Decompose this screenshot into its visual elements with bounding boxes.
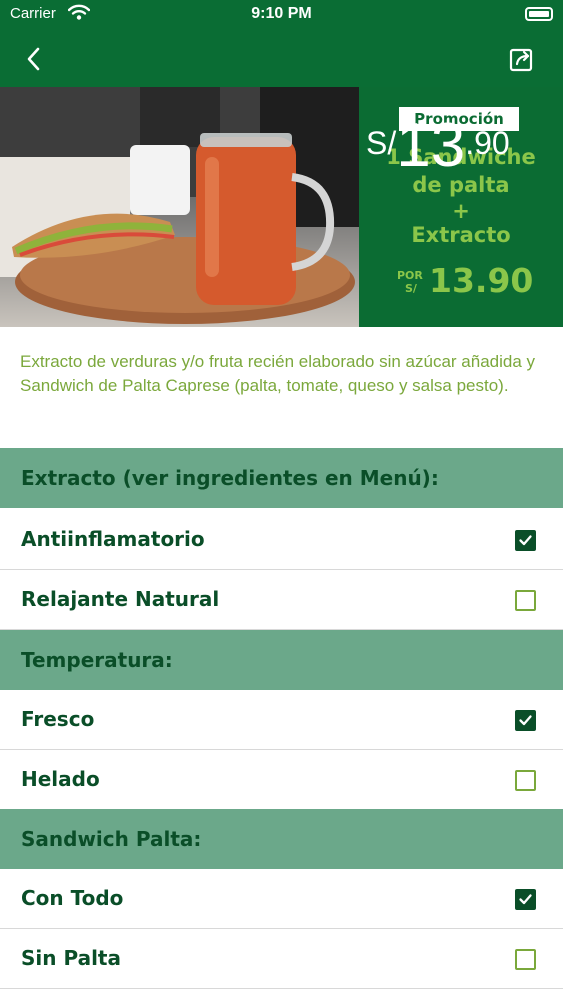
option-label: Relajante Natural: [21, 587, 220, 611]
option-row-relajante-natural[interactable]: Relajante Natural: [0, 570, 563, 630]
checkbox-checked-icon[interactable]: [515, 889, 536, 910]
option-label: Fresco: [21, 707, 95, 731]
promo-line-4: Extracto: [411, 223, 511, 247]
option-row-con-todo[interactable]: Con Todo: [0, 869, 563, 929]
nav-bar: [0, 30, 563, 87]
product-price: S/13.90: [366, 110, 510, 181]
option-row-fresco[interactable]: Fresco: [0, 690, 563, 750]
option-label: Helado: [21, 767, 100, 791]
status-time: 9:10 PM: [251, 5, 312, 22]
back-button[interactable]: [20, 44, 50, 74]
option-row-sin-palta[interactable]: Sin Palta: [0, 929, 563, 989]
section-header-temperatura: Temperatura:: [0, 630, 563, 690]
section-header-sandwich-palta: Sandwich Palta:: [0, 809, 563, 869]
option-label: Con Todo: [21, 886, 124, 910]
chevron-left-icon: [27, 47, 40, 71]
section-header-extracto: Extracto (ver ingredientes en Menú):: [0, 448, 563, 508]
product-photo: [0, 87, 360, 327]
price-decimal: .90: [465, 125, 510, 161]
promo-price: 13.90: [429, 261, 534, 300]
option-label: Antiinflamatorio: [21, 527, 205, 551]
price-currency: S/: [366, 125, 397, 161]
share-icon: [509, 48, 533, 72]
checkbox-unchecked-icon[interactable]: [515, 949, 536, 970]
product-description: Extracto de verduras y/o fruta recién el…: [20, 352, 536, 395]
promo-por-label: POR S/: [397, 269, 423, 295]
battery-icon: [525, 7, 553, 21]
checkbox-checked-icon[interactable]: [515, 710, 536, 731]
option-row-helado[interactable]: Helado: [0, 750, 563, 810]
checkbox-unchecked-icon[interactable]: [515, 590, 536, 611]
status-bar: Carrier 9:10 PM: [0, 0, 563, 30]
checkbox-checked-icon[interactable]: [515, 530, 536, 551]
share-button[interactable]: [507, 44, 537, 74]
option-label: Sin Palta: [21, 946, 121, 970]
checkbox-unchecked-icon[interactable]: [515, 770, 536, 791]
option-row-antiinflamatorio[interactable]: Antiinflamatorio: [0, 510, 563, 570]
price-integer: 13: [396, 111, 466, 180]
promo-line-3: +: [452, 199, 470, 223]
